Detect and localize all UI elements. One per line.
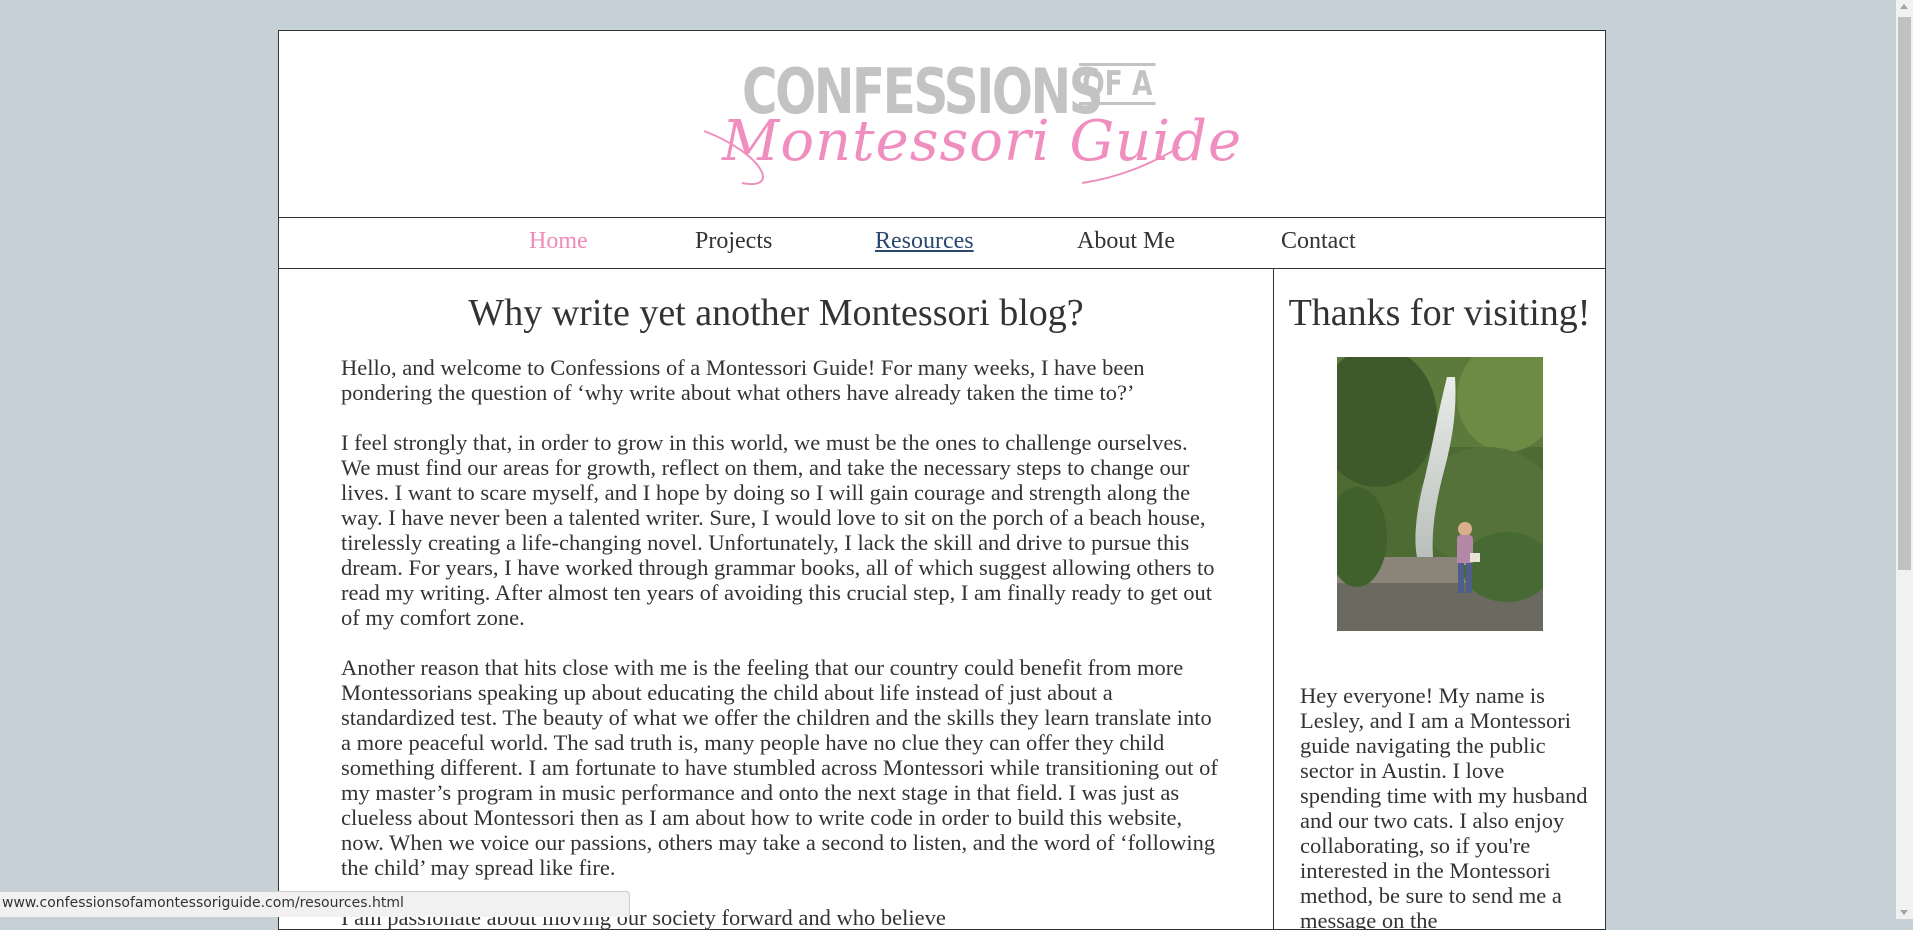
sidebar-bio: Hey everyone! My name is Lesley, and I a… bbox=[1300, 683, 1588, 930]
main-nav: Home Projects Resources About Me Contact bbox=[279, 218, 1605, 269]
site-logo[interactable]: CONFESSIONS OF A Montessori Guide bbox=[702, 49, 1243, 199]
scroll-down-arrow-icon[interactable] bbox=[1900, 910, 1908, 915]
nav-home[interactable]: Home bbox=[529, 228, 588, 255]
vertical-scrollbar[interactable] bbox=[1896, 0, 1913, 919]
post-title: Why write yet another Montessori blog? bbox=[468, 292, 1084, 334]
page-container: CONFESSIONS OF A Montessori Guide Home P… bbox=[278, 30, 1606, 930]
post-paragraph: I feel strongly that, in order to grow i… bbox=[341, 430, 1215, 630]
content-area: Why write yet another Montessori blog? H… bbox=[279, 269, 1605, 930]
status-bar-url: www.confessionsofamontessoriguide.com/re… bbox=[0, 891, 630, 917]
scrollbar-thumb[interactable] bbox=[1898, 17, 1911, 570]
scroll-up-arrow-icon[interactable] bbox=[1900, 4, 1908, 9]
sidebar-title: Thanks for visiting! bbox=[1288, 292, 1591, 334]
logo-of-a: OF A bbox=[1079, 63, 1156, 105]
main-column: Why write yet another Montessori blog? H… bbox=[279, 269, 1274, 929]
profile-photo bbox=[1337, 357, 1543, 631]
post-paragraph: Hello, and welcome to Confessions of a M… bbox=[341, 355, 1145, 405]
sidebar: Thanks for visiting! Hey everyone! My na… bbox=[1274, 269, 1605, 930]
masthead: CONFESSIONS OF A Montessori Guide bbox=[279, 31, 1605, 218]
nav-about-me[interactable]: About Me bbox=[1077, 228, 1175, 255]
nav-projects[interactable]: Projects bbox=[695, 228, 772, 255]
post-body: Hello, and welcome to Confessions of a M… bbox=[341, 355, 1221, 929]
nav-contact[interactable]: Contact bbox=[1281, 228, 1356, 255]
post-paragraph: Another reason that hits close with me i… bbox=[341, 655, 1218, 880]
logo-script: Montessori Guide bbox=[722, 109, 1243, 174]
nav-resources[interactable]: Resources bbox=[875, 228, 974, 255]
